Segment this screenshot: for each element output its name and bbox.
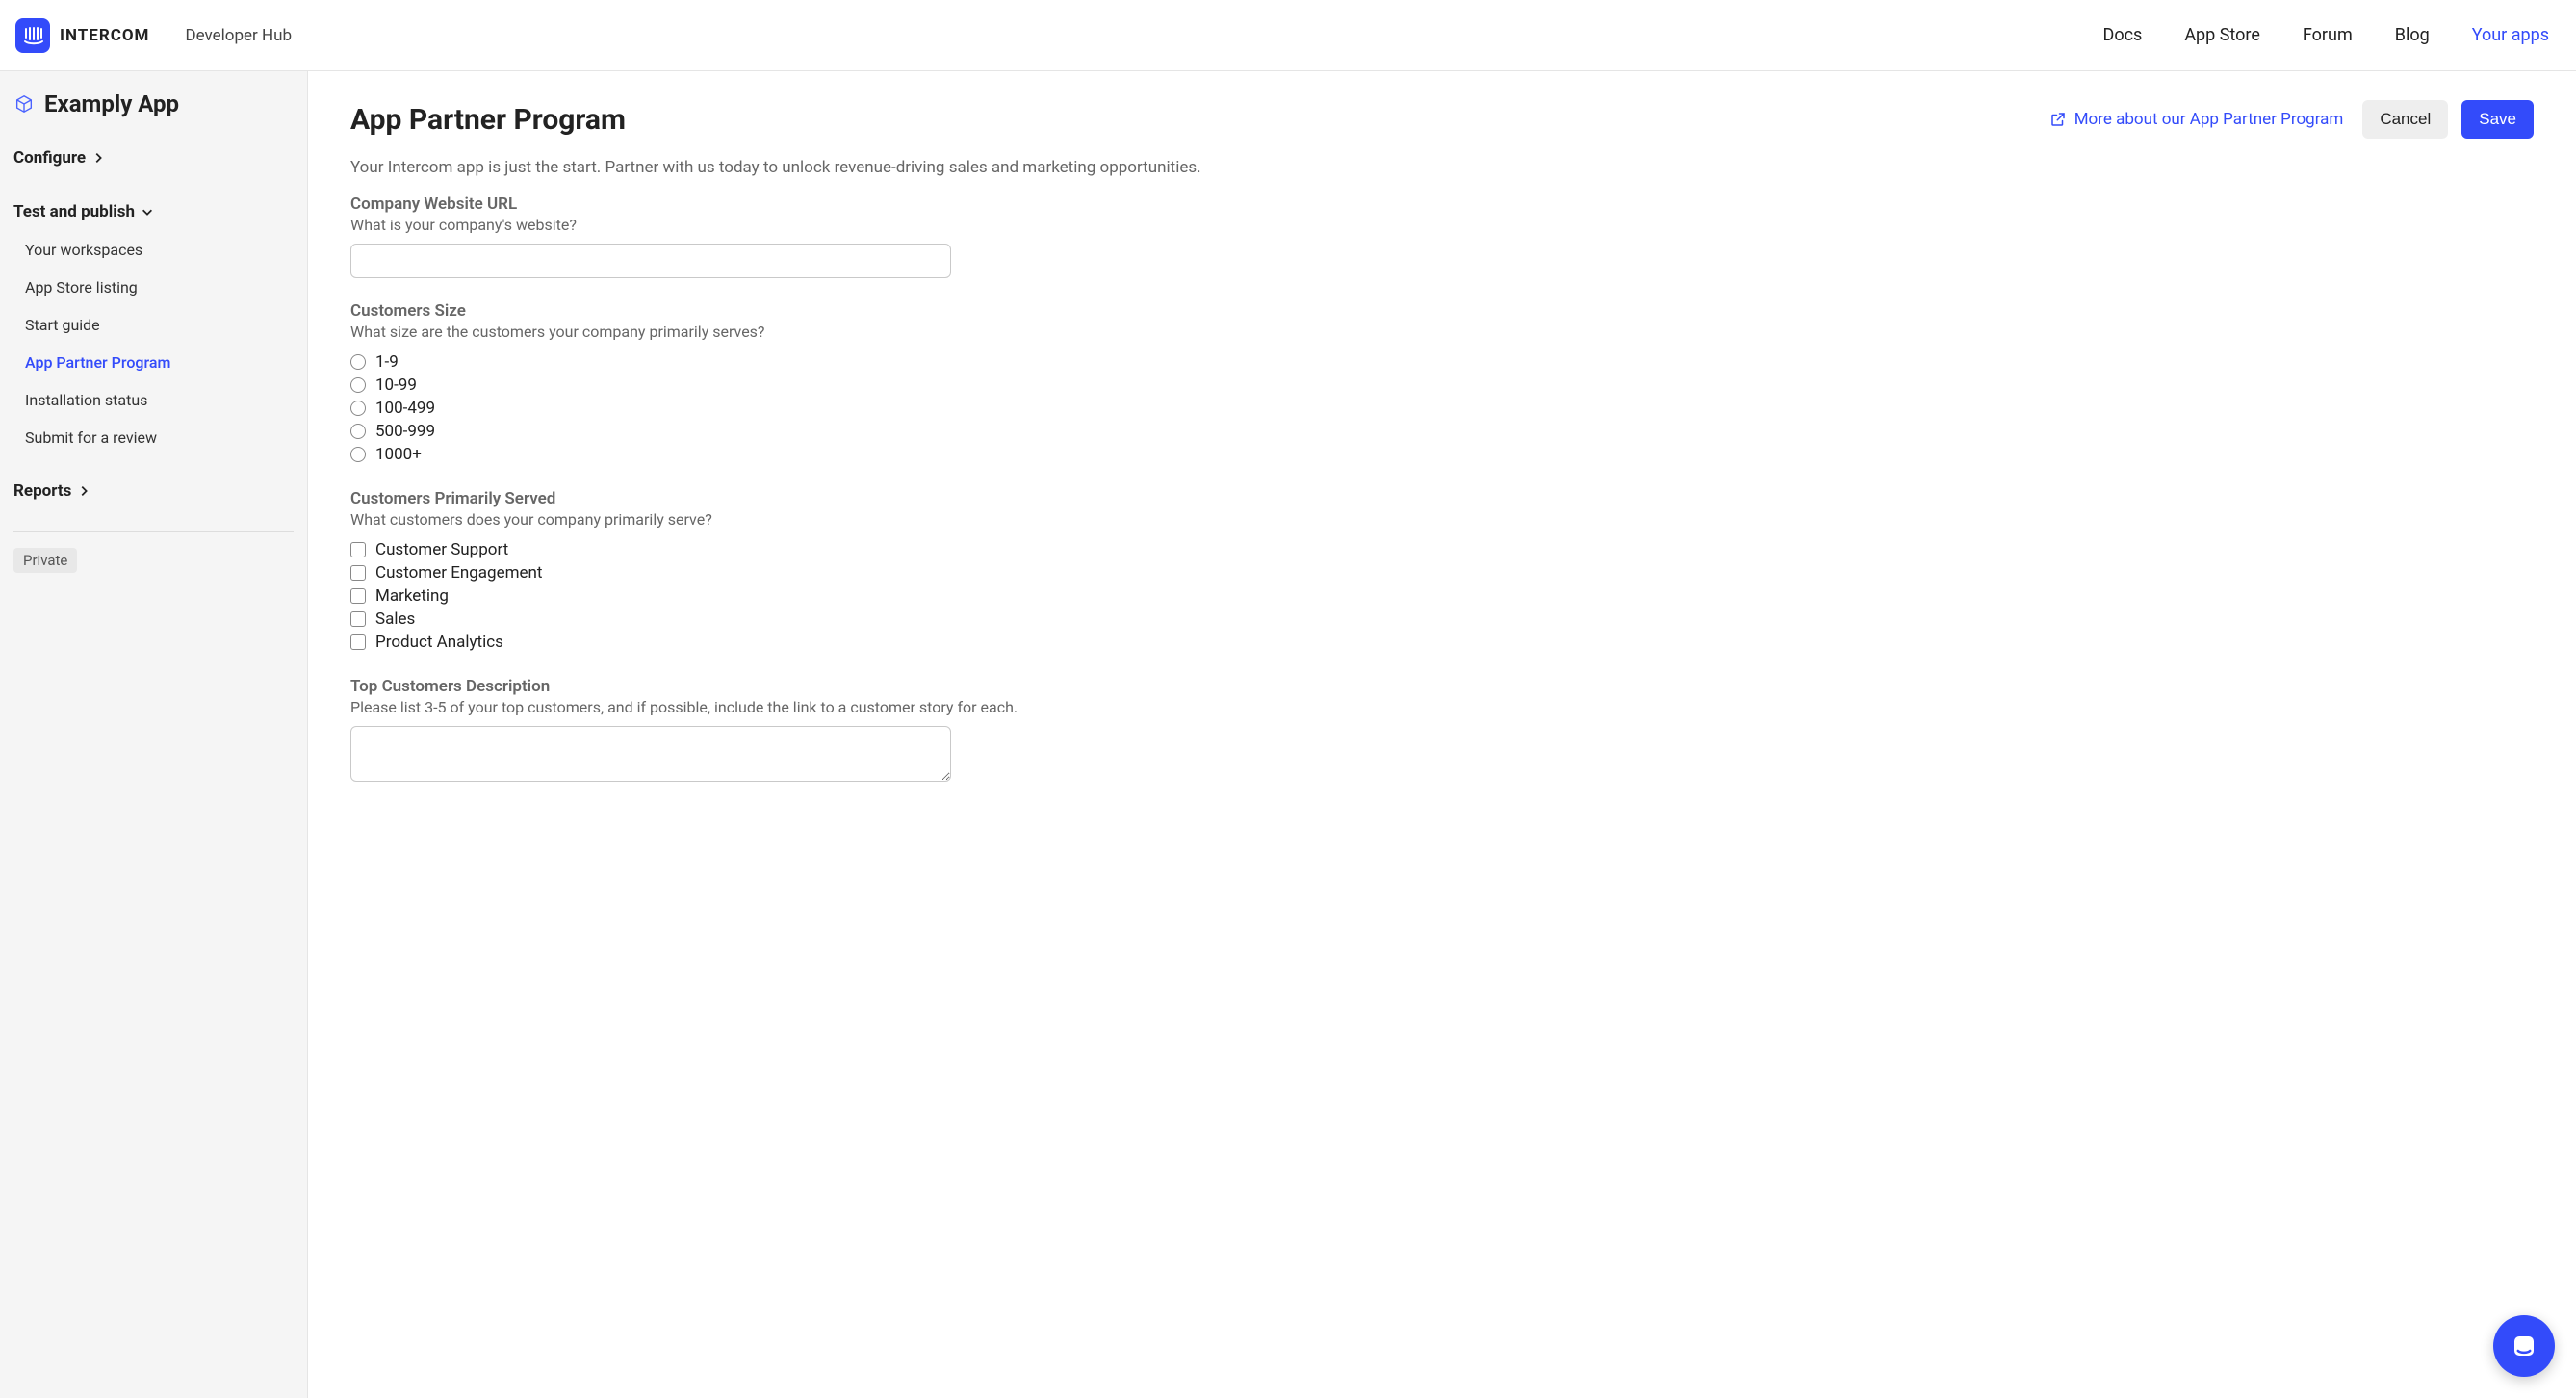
radio-option[interactable]: 100-499	[350, 397, 1024, 420]
checkbox-input[interactable]	[350, 611, 366, 627]
radio-input[interactable]	[350, 377, 366, 393]
field-label: Customers Primarily Served	[350, 489, 1024, 508]
field-label: Company Website URL	[350, 194, 1024, 214]
field-help: What size are the customers your company…	[350, 323, 1024, 341]
nav-docs[interactable]: Docs	[2103, 25, 2143, 45]
intercom-logo-icon	[15, 18, 50, 53]
chevron-right-icon	[77, 484, 90, 498]
field-help: What is your company's website?	[350, 216, 1024, 234]
messenger-icon	[2510, 1332, 2538, 1360]
checkbox-label: Sales	[375, 609, 415, 629]
cube-icon	[13, 93, 35, 115]
visibility-badge: Private	[13, 548, 77, 573]
field-help: What customers does your company primari…	[350, 510, 1024, 529]
checkbox-input[interactable]	[350, 542, 366, 557]
header-actions: More about our App Partner Program Cance…	[2049, 100, 2534, 139]
company-url-input[interactable]	[350, 244, 951, 278]
radio-label: 100-499	[375, 399, 435, 418]
nav-app-store[interactable]: App Store	[2184, 25, 2260, 45]
radio-label: 500-999	[375, 422, 435, 441]
brand: INTERCOM Developer Hub	[15, 18, 292, 53]
top-customers-textarea[interactable]	[350, 726, 951, 782]
intro-text: Your Intercom app is just the start. Par…	[350, 158, 2534, 177]
main-content: App Partner Program More about our App P…	[308, 71, 2576, 1398]
sidebar-group-label: Configure	[13, 148, 86, 168]
field-label: Top Customers Description	[350, 677, 1024, 696]
save-button[interactable]: Save	[2461, 100, 2534, 139]
sidebar-group-label: Reports	[13, 481, 71, 501]
more-about-link-label: More about our App Partner Program	[2074, 110, 2344, 129]
radio-input[interactable]	[350, 424, 366, 439]
sidebar: Examply App Configure Test and publish Y…	[0, 71, 308, 1398]
chevron-right-icon	[91, 151, 105, 165]
radio-input[interactable]	[350, 354, 366, 370]
checkbox-option[interactable]: Product Analytics	[350, 631, 1024, 654]
cancel-button[interactable]: Cancel	[2362, 100, 2448, 139]
field-company-url: Company Website URL What is your company…	[350, 194, 1024, 278]
sidebar-group-label: Test and publish	[13, 202, 135, 221]
brand-name: INTERCOM	[60, 26, 149, 45]
sidebar-group-reports[interactable]: Reports	[13, 472, 294, 510]
nav-forum[interactable]: Forum	[2303, 25, 2353, 45]
checkbox-input[interactable]	[350, 565, 366, 581]
radio-option[interactable]: 10-99	[350, 374, 1024, 397]
top-nav: Docs App Store Forum Blog Your apps	[2103, 25, 2549, 45]
sidebar-item-installation-status[interactable]: Installation status	[13, 381, 294, 419]
sidebar-item-submit-review[interactable]: Submit for a review	[13, 419, 294, 456]
messenger-fab[interactable]	[2493, 1315, 2555, 1377]
radio-input[interactable]	[350, 401, 366, 416]
checkbox-option[interactable]: Customer Engagement	[350, 561, 1024, 584]
brand-subtitle: Developer Hub	[185, 26, 292, 45]
checkbox-option[interactable]: Sales	[350, 608, 1024, 631]
field-help: Please list 3-5 of your top customers, a…	[350, 698, 1024, 716]
app-title-row: Examply App	[0, 91, 307, 131]
external-link-icon	[2049, 111, 2067, 128]
checkbox-input[interactable]	[350, 588, 366, 604]
radio-option[interactable]: 500-999	[350, 420, 1024, 443]
checkbox-label: Customer Support	[375, 540, 508, 559]
sidebar-group-configure[interactable]: Configure	[13, 139, 294, 177]
nav-blog[interactable]: Blog	[2395, 25, 2430, 45]
radio-label: 10-99	[375, 375, 417, 395]
radio-option[interactable]: 1000+	[350, 443, 1024, 466]
radio-label: 1000+	[375, 445, 422, 464]
top-header: INTERCOM Developer Hub Docs App Store Fo…	[0, 0, 2576, 71]
checkbox-option[interactable]: Customer Support	[350, 538, 1024, 561]
sidebar-item-your-workspaces[interactable]: Your workspaces	[13, 231, 294, 269]
sidebar-item-start-guide[interactable]: Start guide	[13, 306, 294, 344]
radio-input[interactable]	[350, 447, 366, 462]
checkbox-label: Product Analytics	[375, 633, 503, 652]
checkbox-input[interactable]	[350, 634, 366, 650]
field-label: Customers Size	[350, 301, 1024, 321]
sidebar-divider	[13, 531, 294, 532]
nav-your-apps[interactable]: Your apps	[2472, 25, 2549, 45]
sidebar-item-app-store-listing[interactable]: App Store listing	[13, 269, 294, 306]
radio-label: 1-9	[375, 352, 399, 372]
app-title: Examply App	[44, 91, 179, 117]
radio-option[interactable]: 1-9	[350, 350, 1024, 374]
page-title: App Partner Program	[350, 103, 626, 137]
checkbox-label: Marketing	[375, 586, 449, 606]
field-customer-size: Customers Size What size are the custome…	[350, 301, 1024, 466]
more-about-link[interactable]: More about our App Partner Program	[2049, 110, 2350, 129]
main-header: App Partner Program More about our App P…	[350, 100, 2534, 139]
field-customers-served: Customers Primarily Served What customer…	[350, 489, 1024, 654]
sidebar-item-app-partner-program[interactable]: App Partner Program	[13, 344, 294, 381]
chevron-down-icon	[141, 205, 154, 219]
checkbox-label: Customer Engagement	[375, 563, 542, 582]
sidebar-group-test-publish[interactable]: Test and publish	[13, 193, 294, 231]
field-top-customers: Top Customers Description Please list 3-…	[350, 677, 1024, 786]
checkbox-option[interactable]: Marketing	[350, 584, 1024, 608]
